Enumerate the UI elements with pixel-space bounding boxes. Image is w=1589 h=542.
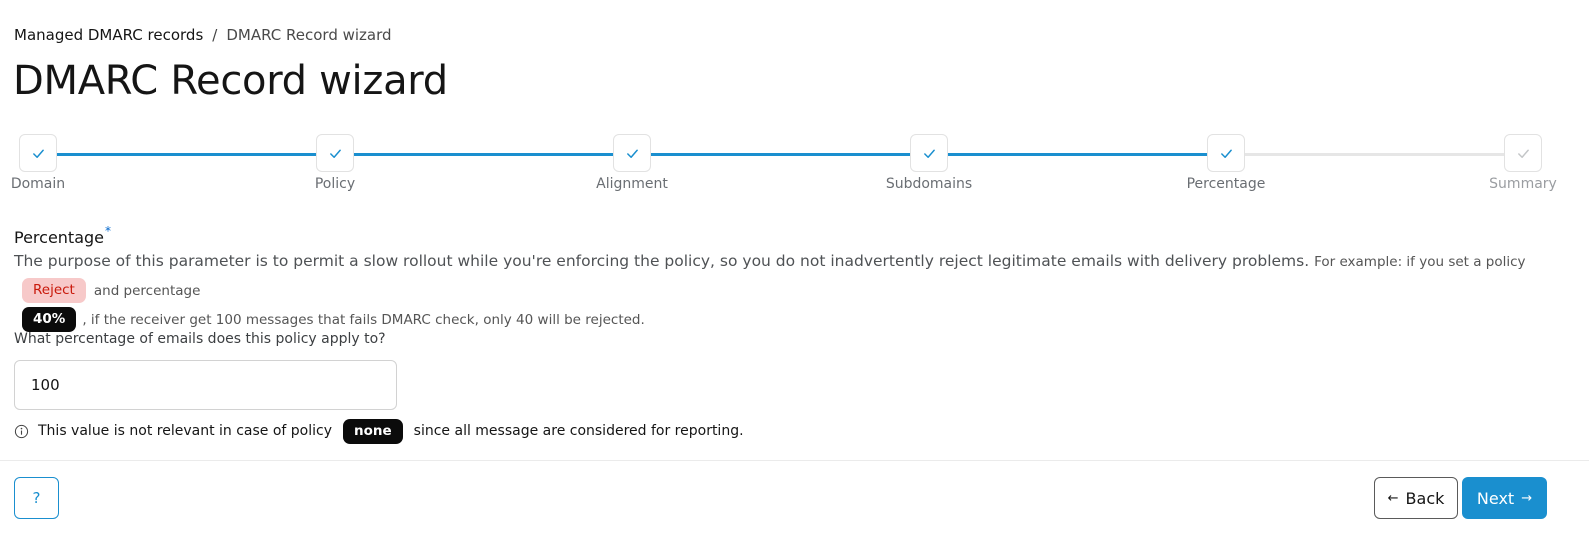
example-prefix: For example: if you set a policy [1314,254,1526,270]
page-title: DMARC Record wizard [13,58,448,104]
step-label: Policy [314,176,356,192]
percentage-field-label: What percentage of emails does this poli… [14,331,386,347]
next-button-label: Next [1476,488,1515,508]
description-text: The purpose of this parameter is to perm… [14,252,1310,270]
example-suffix: , if the receiver get 100 messages that … [82,312,645,328]
percentage-description: The purpose of this parameter is to perm… [14,247,1574,334]
percentage-title-text: Percentage [14,228,105,247]
percentage-helper-text: This value is not relevant in case of po… [14,417,744,445]
breadcrumb-separator: / [212,26,218,44]
check-icon [329,149,341,158]
back-button-label: Back [1405,488,1445,508]
check-icon [32,149,44,158]
helper-suffix: since all message are considered for rep… [413,423,744,439]
step-label: Domain [10,176,66,192]
footer-divider [0,460,1589,461]
info-icon [14,424,29,438]
step-alignment-marker[interactable] [613,134,651,172]
check-icon [1220,149,1232,158]
percentage-input[interactable] [14,360,397,410]
step-subdomains-marker[interactable] [910,134,948,172]
step-label: Percentage [1186,176,1266,192]
example-middle: and percentage [93,283,201,299]
arrow-left-icon: ← [1387,490,1399,506]
policy-chip-none: none [343,418,403,444]
check-icon [626,149,638,158]
step-domain-marker[interactable] [19,134,57,172]
breadcrumb-current: DMARC Record wizard [226,26,392,44]
breadcrumb: Managed DMARC records / DMARC Record wiz… [14,26,392,44]
step-label: Subdomains [885,176,973,192]
step-subdomains[interactable]: Subdomains [879,134,979,192]
help-button-label: ? [32,489,41,507]
arrow-right-icon: → [1521,490,1533,506]
step-summary[interactable]: Summary [1473,134,1573,192]
step-summary-marker[interactable] [1504,134,1542,172]
step-policy[interactable]: Policy [285,134,385,192]
help-button[interactable]: ? [14,477,59,519]
breadcrumb-link-managed-dmarc-records[interactable]: Managed DMARC records [14,26,203,44]
percentage-chip: 40% [22,307,77,332]
next-button[interactable]: Next → [1462,477,1547,519]
check-icon [1517,149,1529,158]
helper-prefix: This value is not relevant in case of po… [38,423,333,439]
step-label: Alignment [596,176,668,192]
step-policy-marker[interactable] [316,134,354,172]
required-marker: * [105,224,112,238]
step-alignment[interactable]: Alignment [582,134,682,192]
step-percentage-marker[interactable] [1207,134,1245,172]
policy-chip-reject: Reject [22,278,86,303]
step-percentage[interactable]: Percentage [1176,134,1276,192]
back-button[interactable]: ← Back [1374,477,1458,519]
wizard-stepper: Domain Policy Alignment Subdomains Perce… [0,134,1589,204]
step-domain[interactable]: Domain [0,134,88,192]
percentage-section-title: Percentage* [14,224,111,247]
step-label: Summary [1489,176,1557,192]
check-icon [923,149,935,158]
